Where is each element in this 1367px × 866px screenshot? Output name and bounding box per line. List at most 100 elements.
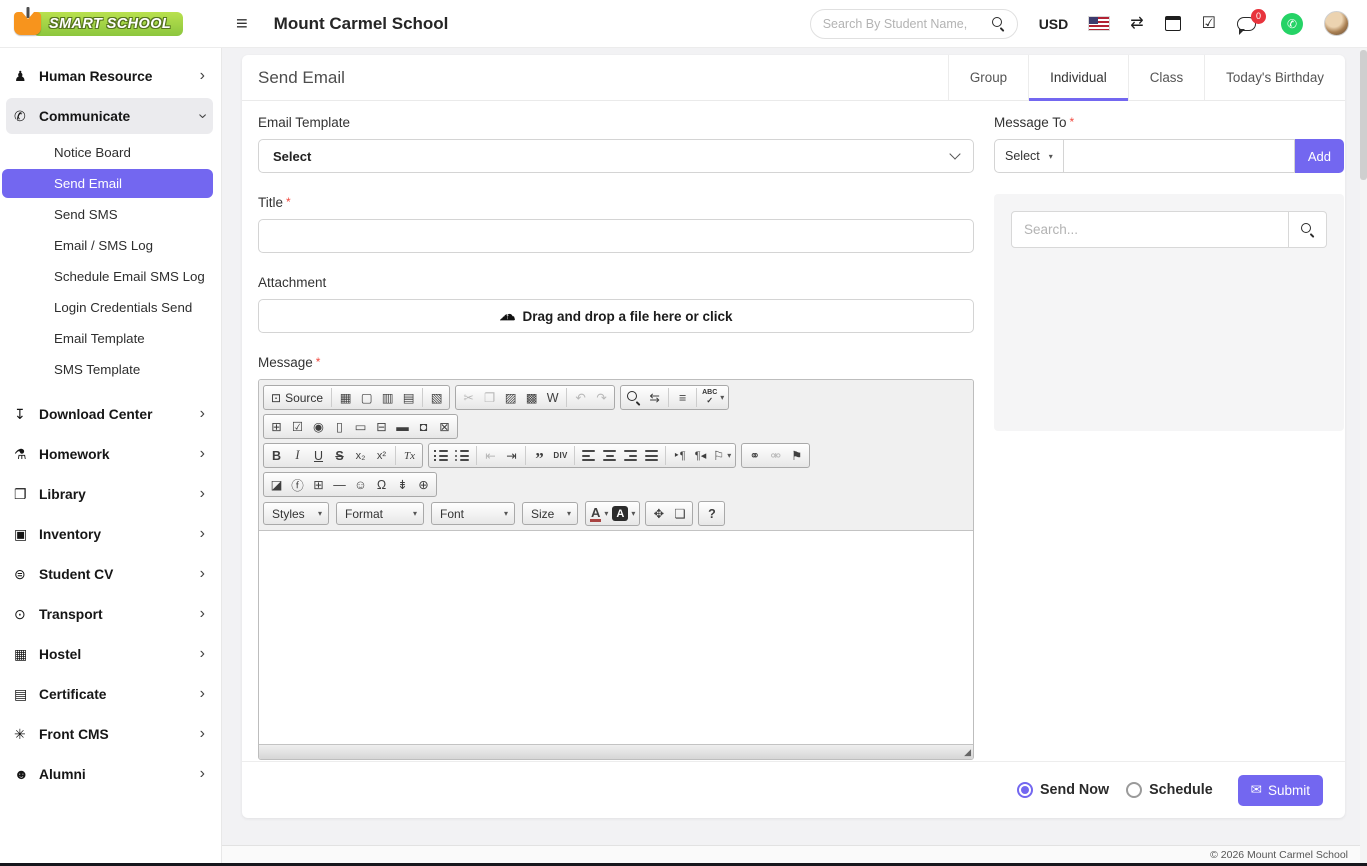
- tab-today-s-birthday[interactable]: Today's Birthday: [1204, 55, 1345, 100]
- sidebar-item-hostel[interactable]: ▦ Hostel ›: [6, 636, 213, 672]
- sidebar-item-transport[interactable]: ⊙ Transport ›: [6, 596, 213, 632]
- new-page-icon[interactable]: ▢: [356, 387, 377, 408]
- superscript-icon[interactable]: x²: [371, 445, 392, 466]
- tab-individual[interactable]: Individual: [1028, 55, 1128, 101]
- whatsapp-icon[interactable]: ✆: [1281, 12, 1303, 35]
- table-icon[interactable]: ⊞: [308, 474, 329, 495]
- align-justify-icon[interactable]: [641, 445, 662, 466]
- indent-icon[interactable]: ⇥: [501, 445, 522, 466]
- page-scrollbar[interactable]: [1360, 48, 1367, 863]
- sidebar-item-alumni[interactable]: ☻ Alumni ›: [6, 756, 213, 792]
- recipient-search-input[interactable]: [1011, 211, 1289, 248]
- paste-icon[interactable]: ▨: [500, 387, 521, 408]
- recipient-search-button[interactable]: [1289, 211, 1327, 248]
- scrollbar-thumb[interactable]: [1360, 50, 1367, 180]
- button-icon[interactable]: ▬: [392, 416, 413, 437]
- page-break-icon[interactable]: ⇟: [392, 474, 413, 495]
- email-template-select[interactable]: Select: [258, 139, 974, 173]
- copy-icon[interactable]: ❐: [479, 387, 500, 408]
- align-left-icon[interactable]: [578, 445, 599, 466]
- subscript-icon[interactable]: x₂: [350, 445, 371, 466]
- div-container-icon[interactable]: DIV: [550, 445, 571, 466]
- undo-icon[interactable]: ↶: [570, 387, 591, 408]
- smiley-icon[interactable]: ☺: [350, 474, 371, 495]
- spell-check-button[interactable]: ABC ✓ ▾: [700, 387, 726, 408]
- underline-icon[interactable]: U: [308, 445, 329, 466]
- image-icon[interactable]: ◪: [266, 474, 287, 495]
- styles-combo[interactable]: Styles ▾: [263, 502, 329, 525]
- schedule-radio[interactable]: Schedule: [1126, 782, 1213, 798]
- font-combo[interactable]: Font ▾: [431, 502, 515, 525]
- sidebar-item-homework[interactable]: ⚗ Homework ›: [6, 436, 213, 472]
- sidebar-item-send-email[interactable]: Send Email: [2, 169, 213, 198]
- bulleted-list-icon[interactable]: [452, 445, 473, 466]
- background-color-icon[interactable]: A ▾: [610, 503, 637, 524]
- templates-icon[interactable]: ▧: [426, 387, 447, 408]
- submit-button[interactable]: ✉ Submit: [1237, 774, 1323, 806]
- find-icon[interactable]: [623, 387, 644, 408]
- paste-text-icon[interactable]: ▩: [521, 387, 542, 408]
- sidebar-item-schedule-email-sms-log[interactable]: Schedule Email SMS Log: [2, 262, 213, 291]
- show-blocks-icon[interactable]: ❏: [669, 503, 690, 524]
- sidebar-item-send-sms[interactable]: Send SMS: [2, 200, 213, 229]
- text-color-icon[interactable]: A ▾: [588, 503, 610, 524]
- source-button[interactable]: ⊡ Source: [266, 387, 328, 408]
- chat-icon[interactable]: 0: [1237, 8, 1266, 35]
- cut-icon[interactable]: ✂: [458, 387, 479, 408]
- hidden-field-icon[interactable]: ⊠: [434, 416, 455, 437]
- message-to-select[interactable]: Select ▾: [994, 139, 1064, 173]
- align-right-icon[interactable]: [620, 445, 641, 466]
- replace-icon[interactable]: ⇆: [644, 387, 665, 408]
- print-icon[interactable]: ▤: [398, 387, 419, 408]
- maximize-icon[interactable]: ✥: [648, 503, 669, 524]
- numbered-list-icon[interactable]: [431, 445, 452, 466]
- iframe-icon[interactable]: ⊕: [413, 474, 434, 495]
- select-field-icon[interactable]: ⊟: [371, 416, 392, 437]
- radio-button-icon[interactable]: ◉: [308, 416, 329, 437]
- language-flag-icon[interactable]: [1089, 17, 1110, 30]
- resize-handle[interactable]: ◢: [964, 747, 971, 757]
- student-search-input[interactable]: [822, 16, 992, 31]
- flash-icon[interactable]: ⓕ: [287, 474, 308, 495]
- sidebar-item-library[interactable]: ❐ Library ›: [6, 476, 213, 512]
- currency-label[interactable]: USD: [1039, 16, 1069, 32]
- italic-icon[interactable]: I: [287, 445, 308, 466]
- message-to-input[interactable]: [1063, 139, 1295, 173]
- format-combo[interactable]: Format ▾: [336, 502, 424, 525]
- checkbox-icon[interactable]: ☑: [287, 416, 308, 437]
- task-icon[interactable]: ☑: [1202, 15, 1216, 32]
- sidebar-item-notice-board[interactable]: Notice Board: [2, 138, 213, 167]
- smart-school-logo[interactable]: SMART SCHOOL: [14, 11, 184, 36]
- text-field-icon[interactable]: ▯: [329, 416, 350, 437]
- attachment-dropzone[interactable]: ☁ ↑ Drag and drop a file here or click: [258, 299, 974, 333]
- horizontal-rule-icon[interactable]: ―: [329, 474, 350, 495]
- rtl-icon[interactable]: ¶◂: [690, 445, 711, 466]
- align-center-icon[interactable]: [599, 445, 620, 466]
- image-button-icon[interactable]: ◘: [413, 416, 434, 437]
- special-char-icon[interactable]: Ω: [371, 474, 392, 495]
- add-button[interactable]: Add: [1294, 139, 1344, 173]
- ltr-icon[interactable]: ‣¶: [669, 445, 690, 466]
- strikethrough-icon[interactable]: S: [329, 445, 350, 466]
- sidebar-item-email-template[interactable]: Email Template: [2, 324, 213, 353]
- save-icon[interactable]: ▦: [335, 387, 356, 408]
- calendar-icon[interactable]: [1164, 16, 1181, 31]
- title-input[interactable]: [258, 219, 974, 253]
- redo-icon[interactable]: ↷: [591, 387, 612, 408]
- sidebar-item-sms-template[interactable]: SMS Template: [2, 355, 213, 384]
- user-avatar[interactable]: [1324, 11, 1349, 36]
- textarea-icon[interactable]: ▭: [350, 416, 371, 437]
- tab-group[interactable]: Group: [947, 55, 1028, 100]
- bold-icon[interactable]: B: [266, 445, 287, 466]
- sidebar-item-front-cms[interactable]: ✳ Front CMS ›: [6, 716, 213, 752]
- blockquote-icon[interactable]: ”: [529, 445, 550, 467]
- select-all-icon[interactable]: ≡: [672, 387, 693, 408]
- form-icon[interactable]: ⊞: [266, 416, 287, 437]
- hamburger-menu-icon[interactable]: ≡: [236, 14, 248, 34]
- sidebar-item-communicate[interactable]: ✆ Communicate ›: [6, 98, 213, 134]
- remove-format-icon[interactable]: Tx: [399, 445, 420, 466]
- language-icon[interactable]: ⚐ ▾: [711, 445, 733, 466]
- exchange-icon[interactable]: ⇄: [1130, 15, 1143, 32]
- send-now-radio[interactable]: Send Now: [1016, 782, 1109, 798]
- tab-class[interactable]: Class: [1127, 55, 1204, 100]
